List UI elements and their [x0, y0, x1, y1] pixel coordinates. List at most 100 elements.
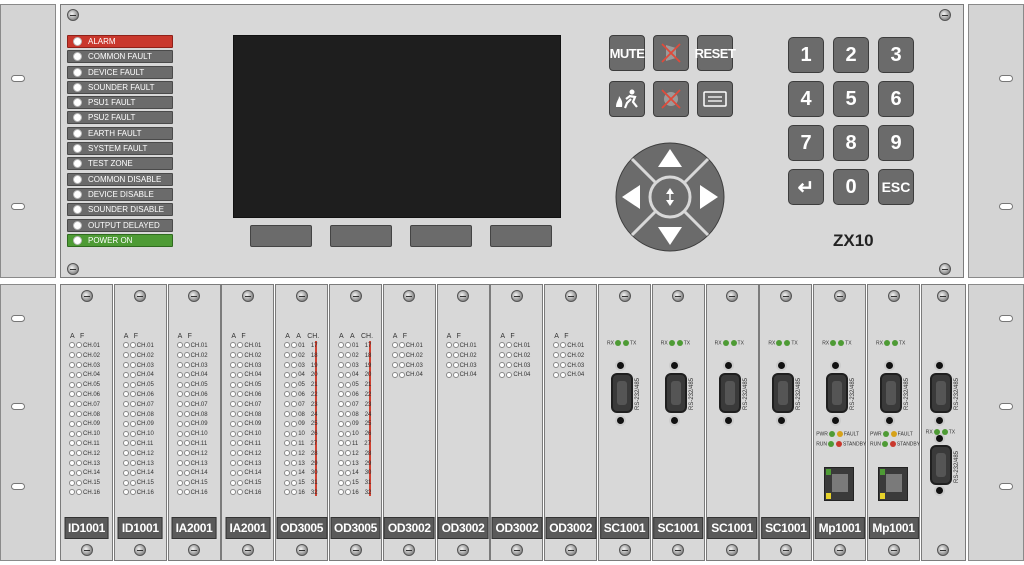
db9-connector-icon [664, 373, 687, 413]
channel-number: 05 [298, 382, 305, 389]
led-indicator-icon [345, 352, 351, 359]
soft-key-1[interactable] [250, 225, 312, 247]
led-indicator-icon [338, 460, 344, 467]
pwr-label: PWR [870, 431, 882, 438]
channel-label: CH.11 [190, 441, 208, 447]
led-indicator-icon [398, 371, 405, 378]
led-indicator-icon [122, 362, 129, 369]
reset-button[interactable]: RESET [695, 35, 736, 71]
connector-nut-icon [933, 415, 945, 426]
channel-number: 20 [364, 372, 372, 379]
channel-row: CH.02 [176, 352, 208, 361]
ethernet-port-icon[interactable] [878, 467, 908, 501]
channel-row: CH.10 [176, 430, 208, 439]
led-indicator-icon [176, 440, 183, 447]
led-indicator-icon [345, 479, 351, 486]
led-indicator-icon [291, 391, 298, 398]
channel-number: 26 [310, 431, 318, 438]
key-enter[interactable]: ↵ [788, 169, 824, 205]
soft-key-4[interactable] [490, 225, 552, 247]
column-header-f: F [80, 333, 85, 340]
rx-label: RX [768, 340, 776, 347]
channel-label: CH.05 [244, 382, 262, 389]
key-5[interactable]: 5 [833, 81, 869, 117]
channel-number: 01 [298, 343, 305, 349]
screw-icon [672, 544, 685, 556]
center-select-button[interactable] [654, 181, 686, 213]
led-indicator-icon [183, 489, 190, 496]
led-indicator-icon [237, 401, 244, 408]
down-arrow-button[interactable] [656, 223, 684, 249]
channel-label: CH.01 [513, 343, 531, 349]
menu-button[interactable] [697, 81, 733, 117]
channel-row: CH.04 [499, 371, 530, 380]
led-indicator-icon [176, 362, 183, 369]
channel-number: 19 [364, 362, 372, 369]
soft-key-3[interactable] [410, 225, 472, 247]
mount-hole [999, 203, 1013, 210]
key-0[interactable]: 0 [833, 169, 869, 205]
led-indicator-icon [176, 450, 183, 457]
channel-label: CH.10 [136, 431, 154, 438]
led-indicator-icon [183, 352, 190, 359]
db9-connector-icon [929, 373, 952, 413]
pwr-led-icon [828, 431, 835, 437]
channel-label: CH.06 [136, 392, 154, 398]
screw-icon [726, 544, 739, 556]
key-3[interactable]: 3 [878, 37, 914, 73]
up-arrow-button[interactable] [656, 145, 684, 171]
status-led-label: PSU2 FAULT [88, 113, 136, 123]
screw-icon [241, 544, 254, 556]
arrow-right-icon [700, 185, 718, 209]
channel-row: CH.01 [230, 342, 261, 351]
led-indicator-icon [237, 460, 244, 467]
led-indicator-icon [284, 401, 291, 408]
channel-row: CH.03 [391, 362, 423, 371]
led-indicator-icon [398, 362, 405, 369]
ethernet-port-icon[interactable] [824, 467, 855, 501]
left-arrow-button[interactable] [618, 183, 644, 211]
led-indicator-icon [284, 391, 291, 398]
key-8[interactable]: 8 [833, 125, 869, 161]
silence-sounder-button[interactable] [653, 35, 689, 71]
key-6[interactable]: 6 [878, 81, 914, 117]
led-indicator-icon [284, 440, 291, 447]
key-1[interactable]: 1 [788, 37, 824, 73]
channel-number: 03 [298, 362, 305, 369]
channel-row: 13 29 [284, 460, 318, 469]
channel-label: CH.12 [83, 450, 101, 457]
key-esc[interactable]: ESC [878, 169, 914, 205]
silence-buzzer-button[interactable] [653, 81, 689, 117]
led-indicator-icon [73, 82, 82, 92]
mount-hole [999, 315, 1013, 322]
led-indicator-icon [345, 460, 351, 467]
mount-hole [999, 75, 1013, 82]
connector-nut-icon [884, 360, 895, 371]
mute-button[interactable]: MUTE [609, 35, 645, 71]
led-indicator-icon [176, 489, 183, 496]
key-4[interactable]: 4 [788, 81, 824, 117]
soft-key-2[interactable] [330, 225, 392, 247]
key-9[interactable]: 9 [878, 125, 914, 161]
channel-row: CH.10 [230, 430, 261, 439]
led-indicator-icon [76, 450, 82, 457]
menu-card-icon [703, 91, 727, 107]
channel-number: 30 [364, 470, 372, 477]
led-indicator-icon [345, 440, 351, 447]
status-indicators-row-1: PWR FAULT [816, 431, 859, 437]
led-indicator-icon [338, 469, 344, 476]
led-indicator-icon [445, 342, 452, 349]
key-7[interactable]: 7 [788, 125, 824, 161]
key-2[interactable]: 2 [833, 37, 869, 73]
evacuate-button[interactable] [609, 81, 645, 117]
channel-row: 11 27 [284, 440, 317, 449]
screw-icon [510, 544, 523, 556]
led-indicator-icon [183, 440, 190, 447]
channel-label: CH.15 [244, 480, 262, 487]
right-arrow-button[interactable] [696, 183, 722, 211]
led-indicator-icon [345, 371, 351, 378]
channel-label: CH.15 [83, 480, 101, 487]
screw-icon [937, 544, 950, 556]
led-indicator-icon [291, 440, 298, 447]
channel-number: 17 [364, 343, 372, 349]
